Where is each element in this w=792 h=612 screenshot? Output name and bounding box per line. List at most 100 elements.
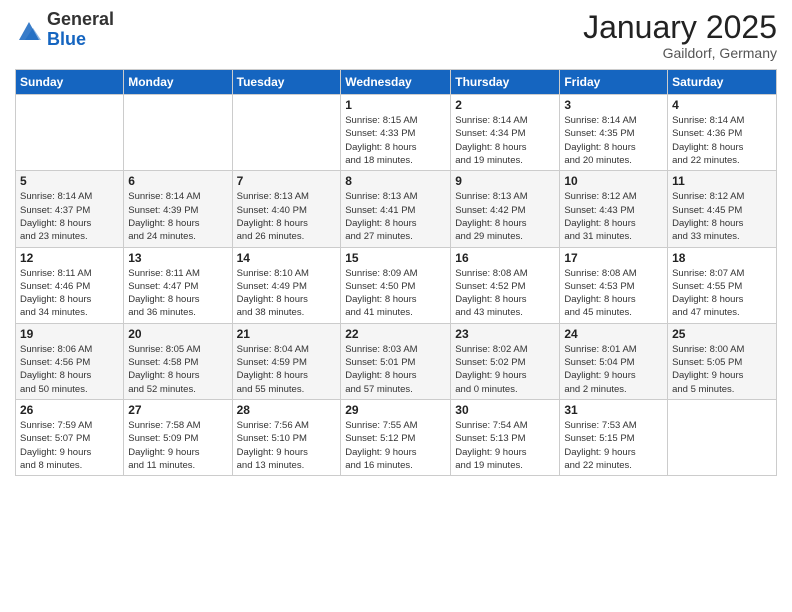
day-info: Sunrise: 7:53 AM Sunset: 5:15 PM Dayligh… (564, 419, 663, 472)
day-info: Sunrise: 7:58 AM Sunset: 5:09 PM Dayligh… (128, 419, 227, 472)
day-number: 12 (20, 251, 119, 265)
calendar-cell: 9 Sunrise: 8:13 AM Sunset: 4:42 PM Daylig… (451, 171, 560, 247)
calendar-week-row: 5Sunrise: 8:14 AM Sunset: 4:37 PM Daylig… (16, 171, 777, 247)
day-info: Sunrise: 8:03 AM Sunset: 5:01 PM Dayligh… (345, 343, 446, 396)
calendar-cell: 8 Sunrise: 8:13 AM Sunset: 4:41 PM Daylig… (341, 171, 451, 247)
day-number: 17 (564, 251, 663, 265)
calendar-table: SundayMondayTuesdayWednesdayThursdayFrid… (15, 69, 777, 476)
day-info: Sunrise: 8:13 AM Sunset: 4:40 PM Dayligh… (237, 190, 337, 243)
page: General Blue January 2025 Gaildorf, Germ… (0, 0, 792, 491)
day-info: Sunrise: 8:12 AM Sunset: 4:43 PM Dayligh… (564, 190, 663, 243)
calendar-cell: 10 Sunrise: 8:12 AM Sunset: 4:43 PM Dayli… (560, 171, 668, 247)
day-number: 29 (345, 403, 446, 417)
day-number: 13 (128, 251, 227, 265)
day-info: Sunrise: 8:14 AM Sunset: 4:39 PM Dayligh… (128, 190, 227, 243)
column-header-saturday: Saturday (668, 70, 777, 95)
day-number: 22 (345, 327, 446, 341)
calendar-week-row: 12 Sunrise: 8:11 AM Sunset: 4:46 PM Dayli… (16, 247, 777, 323)
day-info: Sunrise: 7:56 AM Sunset: 5:10 PM Dayligh… (237, 419, 337, 472)
calendar-cell: 21Sunrise: 8:04 AM Sunset: 4:59 PM Dayli… (232, 323, 341, 399)
logo-blue-text: Blue (47, 30, 114, 50)
day-info: Sunrise: 8:13 AM Sunset: 4:42 PM Dayligh… (455, 190, 555, 243)
calendar-cell: 5Sunrise: 8:14 AM Sunset: 4:37 PM Daylig… (16, 171, 124, 247)
calendar-cell: 13Sunrise: 8:11 AM Sunset: 4:47 PM Dayli… (124, 247, 232, 323)
day-info: Sunrise: 8:04 AM Sunset: 4:59 PM Dayligh… (237, 343, 337, 396)
calendar-cell: 30Sunrise: 7:54 AM Sunset: 5:13 PM Dayli… (451, 399, 560, 475)
calendar-cell (124, 95, 232, 171)
day-number: 11 (672, 174, 772, 188)
calendar-cell: 20 Sunrise: 8:05 AM Sunset: 4:58 PM Dayli… (124, 323, 232, 399)
day-number: 27 (128, 403, 227, 417)
calendar-cell (16, 95, 124, 171)
logo-text: General Blue (47, 10, 114, 50)
day-info: Sunrise: 8:11 AM Sunset: 4:46 PM Dayligh… (20, 267, 119, 320)
calendar-cell: 11 Sunrise: 8:12 AM Sunset: 4:45 PM Dayli… (668, 171, 777, 247)
logo: General Blue (15, 10, 114, 50)
day-number: 19 (20, 327, 119, 341)
logo-general-text: General (47, 10, 114, 30)
day-info: Sunrise: 8:14 AM Sunset: 4:34 PM Dayligh… (455, 114, 555, 167)
calendar-cell: 14 Sunrise: 8:10 AM Sunset: 4:49 PM Dayli… (232, 247, 341, 323)
day-info: Sunrise: 8:08 AM Sunset: 4:52 PM Dayligh… (455, 267, 555, 320)
day-info: Sunrise: 8:10 AM Sunset: 4:49 PM Dayligh… (237, 267, 337, 320)
day-number: 10 (564, 174, 663, 188)
day-info: Sunrise: 8:14 AM Sunset: 4:36 PM Dayligh… (672, 114, 772, 167)
day-number: 24 (564, 327, 663, 341)
day-info: Sunrise: 8:07 AM Sunset: 4:55 PM Dayligh… (672, 267, 772, 320)
calendar-cell: 3Sunrise: 8:14 AM Sunset: 4:35 PM Daylig… (560, 95, 668, 171)
calendar-cell: 22 Sunrise: 8:03 AM Sunset: 5:01 PM Dayli… (341, 323, 451, 399)
day-info: Sunrise: 8:14 AM Sunset: 4:37 PM Dayligh… (20, 190, 119, 243)
calendar-header-row: SundayMondayTuesdayWednesdayThursdayFrid… (16, 70, 777, 95)
day-number: 30 (455, 403, 555, 417)
header: General Blue January 2025 Gaildorf, Germ… (15, 10, 777, 61)
day-info: Sunrise: 8:13 AM Sunset: 4:41 PM Dayligh… (345, 190, 446, 243)
day-number: 8 (345, 174, 446, 188)
day-info: Sunrise: 7:59 AM Sunset: 5:07 PM Dayligh… (20, 419, 119, 472)
calendar-cell (668, 399, 777, 475)
day-number: 28 (237, 403, 337, 417)
day-number: 14 (237, 251, 337, 265)
day-number: 20 (128, 327, 227, 341)
day-info: Sunrise: 8:02 AM Sunset: 5:02 PM Dayligh… (455, 343, 555, 396)
calendar-cell: 19 Sunrise: 8:06 AM Sunset: 4:56 PM Dayli… (16, 323, 124, 399)
day-number: 15 (345, 251, 446, 265)
column-header-thursday: Thursday (451, 70, 560, 95)
day-number: 3 (564, 98, 663, 112)
day-info: Sunrise: 8:05 AM Sunset: 4:58 PM Dayligh… (128, 343, 227, 396)
calendar-cell: 25Sunrise: 8:00 AM Sunset: 5:05 PM Dayli… (668, 323, 777, 399)
day-info: Sunrise: 7:55 AM Sunset: 5:12 PM Dayligh… (345, 419, 446, 472)
calendar-cell: 15 Sunrise: 8:09 AM Sunset: 4:50 PM Dayli… (341, 247, 451, 323)
column-header-monday: Monday (124, 70, 232, 95)
day-number: 2 (455, 98, 555, 112)
calendar-cell: 2 Sunrise: 8:14 AM Sunset: 4:34 PM Daylig… (451, 95, 560, 171)
logo-icon (15, 16, 43, 44)
day-number: 18 (672, 251, 772, 265)
calendar-cell: 31 Sunrise: 7:53 AM Sunset: 5:15 PM Dayli… (560, 399, 668, 475)
day-number: 6 (128, 174, 227, 188)
calendar-cell: 26Sunrise: 7:59 AM Sunset: 5:07 PM Dayli… (16, 399, 124, 475)
calendar-cell: 1Sunrise: 8:15 AM Sunset: 4:33 PM Daylig… (341, 95, 451, 171)
day-number: 31 (564, 403, 663, 417)
month-title: January 2025 (583, 10, 777, 45)
calendar-cell: 7Sunrise: 8:13 AM Sunset: 4:40 PM Daylig… (232, 171, 341, 247)
calendar-cell: 27 Sunrise: 7:58 AM Sunset: 5:09 PM Dayli… (124, 399, 232, 475)
day-info: Sunrise: 8:08 AM Sunset: 4:53 PM Dayligh… (564, 267, 663, 320)
day-info: Sunrise: 8:09 AM Sunset: 4:50 PM Dayligh… (345, 267, 446, 320)
day-info: Sunrise: 8:01 AM Sunset: 5:04 PM Dayligh… (564, 343, 663, 396)
title-block: January 2025 Gaildorf, Germany (583, 10, 777, 61)
day-info: Sunrise: 8:06 AM Sunset: 4:56 PM Dayligh… (20, 343, 119, 396)
day-info: Sunrise: 8:12 AM Sunset: 4:45 PM Dayligh… (672, 190, 772, 243)
day-number: 9 (455, 174, 555, 188)
column-header-friday: Friday (560, 70, 668, 95)
location-subtitle: Gaildorf, Germany (583, 45, 777, 61)
calendar-cell: 6 Sunrise: 8:14 AM Sunset: 4:39 PM Daylig… (124, 171, 232, 247)
day-info: Sunrise: 8:15 AM Sunset: 4:33 PM Dayligh… (345, 114, 446, 167)
calendar-week-row: 26Sunrise: 7:59 AM Sunset: 5:07 PM Dayli… (16, 399, 777, 475)
calendar-cell (232, 95, 341, 171)
day-number: 25 (672, 327, 772, 341)
day-number: 23 (455, 327, 555, 341)
column-header-sunday: Sunday (16, 70, 124, 95)
calendar-cell: 4 Sunrise: 8:14 AM Sunset: 4:36 PM Daylig… (668, 95, 777, 171)
day-number: 4 (672, 98, 772, 112)
calendar-cell: 18 Sunrise: 8:07 AM Sunset: 4:55 PM Dayli… (668, 247, 777, 323)
